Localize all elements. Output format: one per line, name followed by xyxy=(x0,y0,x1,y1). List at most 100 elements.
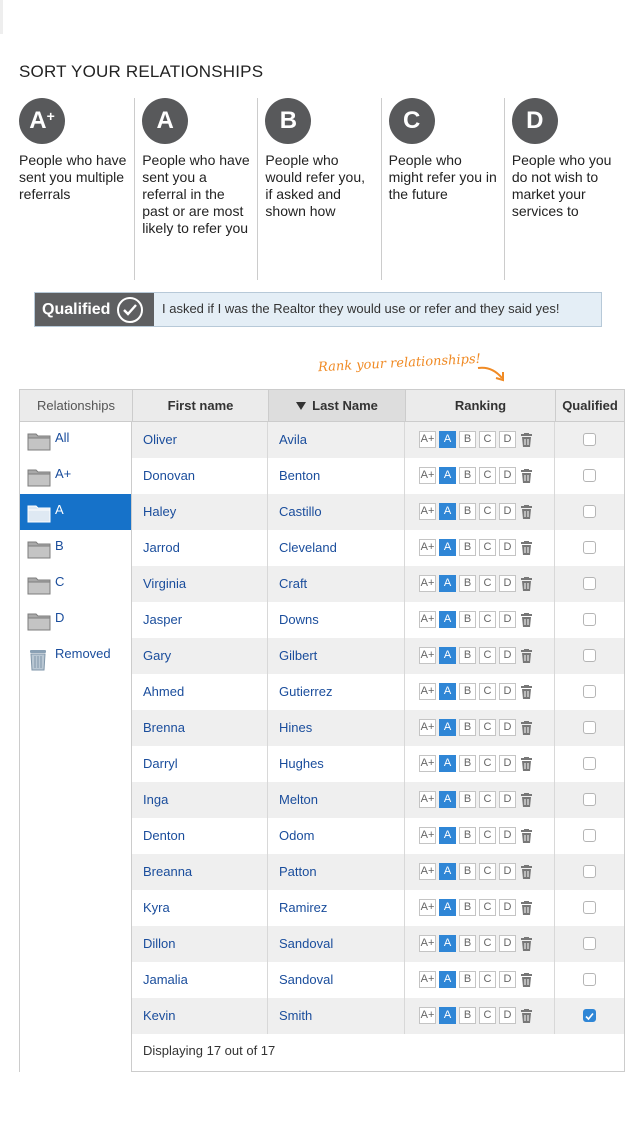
rank-button-c[interactable]: C xyxy=(479,431,496,448)
delete-icon[interactable] xyxy=(519,719,533,736)
qualified-checkbox[interactable] xyxy=(583,433,596,446)
rank-button-a[interactable]: A xyxy=(439,971,456,988)
rank-button-a[interactable]: A xyxy=(439,431,456,448)
first-name-link[interactable]: Denton xyxy=(143,828,185,843)
rank-button-b[interactable]: B xyxy=(459,971,476,988)
rank-button-a-plus[interactable]: A+ xyxy=(419,971,436,988)
last-name-link[interactable]: Hughes xyxy=(279,756,324,771)
rank-button-c[interactable]: C xyxy=(479,827,496,844)
qualified-checkbox[interactable] xyxy=(583,829,596,842)
rank-button-a-plus[interactable]: A+ xyxy=(419,683,436,700)
first-name-link[interactable]: Donovan xyxy=(143,468,195,483)
qualified-checkbox[interactable] xyxy=(583,469,596,482)
first-name-link[interactable]: Gary xyxy=(143,648,171,663)
rank-button-b[interactable]: B xyxy=(459,935,476,952)
rank-button-c[interactable]: C xyxy=(479,503,496,520)
last-name-link[interactable]: Ramirez xyxy=(279,900,327,915)
header-last-name[interactable]: Last Name xyxy=(268,390,405,421)
rank-button-a-plus[interactable]: A+ xyxy=(419,935,436,952)
last-name-link[interactable]: Cleveland xyxy=(279,540,337,555)
rank-button-c[interactable]: C xyxy=(479,935,496,952)
first-name-link[interactable]: Kevin xyxy=(143,1008,176,1023)
rank-button-a[interactable]: A xyxy=(439,899,456,916)
last-name-link[interactable]: Castillo xyxy=(279,504,322,519)
first-name-link[interactable]: Kyra xyxy=(143,900,170,915)
rank-button-a[interactable]: A xyxy=(439,1007,456,1024)
rank-button-d[interactable]: D xyxy=(499,647,516,664)
rank-button-c[interactable]: C xyxy=(479,791,496,808)
sidebar-item-b[interactable]: B xyxy=(20,530,131,566)
qualified-checkbox[interactable] xyxy=(583,757,596,770)
rank-button-d[interactable]: D xyxy=(499,863,516,880)
first-name-link[interactable]: Breanna xyxy=(143,864,192,879)
rank-button-a[interactable]: A xyxy=(439,935,456,952)
rank-button-a[interactable]: A xyxy=(439,791,456,808)
delete-icon[interactable] xyxy=(519,467,533,484)
rank-button-a-plus[interactable]: A+ xyxy=(419,719,436,736)
rank-button-b[interactable]: B xyxy=(459,755,476,772)
qualified-checkbox[interactable] xyxy=(583,613,596,626)
rank-button-b[interactable]: B xyxy=(459,791,476,808)
last-name-link[interactable]: Hines xyxy=(279,720,312,735)
first-name-link[interactable]: Jasper xyxy=(143,612,182,627)
rank-button-a-plus[interactable]: A+ xyxy=(419,791,436,808)
rank-button-b[interactable]: B xyxy=(459,467,476,484)
last-name-link[interactable]: Downs xyxy=(279,612,319,627)
qualified-checkbox[interactable] xyxy=(583,505,596,518)
rank-button-d[interactable]: D xyxy=(499,935,516,952)
delete-icon[interactable] xyxy=(519,791,533,808)
rank-button-d[interactable]: D xyxy=(499,575,516,592)
rank-button-b[interactable]: B xyxy=(459,575,476,592)
rank-button-a-plus[interactable]: A+ xyxy=(419,503,436,520)
qualified-checkbox[interactable] xyxy=(583,649,596,662)
qualified-checkbox[interactable] xyxy=(583,973,596,986)
delete-icon[interactable] xyxy=(519,503,533,520)
qualified-checkbox[interactable] xyxy=(583,937,596,950)
rank-button-d[interactable]: D xyxy=(499,827,516,844)
rank-button-d[interactable]: D xyxy=(499,539,516,556)
sidebar-item-a-plus[interactable]: A+ xyxy=(20,458,131,494)
delete-icon[interactable] xyxy=(519,755,533,772)
rank-button-a-plus[interactable]: A+ xyxy=(419,827,436,844)
rank-button-d[interactable]: D xyxy=(499,899,516,916)
rank-button-b[interactable]: B xyxy=(459,503,476,520)
rank-button-c[interactable]: C xyxy=(479,539,496,556)
rank-button-b[interactable]: B xyxy=(459,683,476,700)
qualified-checkbox[interactable] xyxy=(583,541,596,554)
first-name-link[interactable]: Haley xyxy=(143,504,176,519)
rank-button-b[interactable]: B xyxy=(459,611,476,628)
last-name-link[interactable]: Gilbert xyxy=(279,648,317,663)
header-qualified[interactable]: Qualified xyxy=(555,390,624,421)
last-name-link[interactable]: Sandoval xyxy=(279,972,333,987)
rank-button-c[interactable]: C xyxy=(479,683,496,700)
qualified-checkbox[interactable] xyxy=(583,721,596,734)
rank-button-a[interactable]: A xyxy=(439,755,456,772)
qualified-checkbox[interactable] xyxy=(583,793,596,806)
rank-button-d[interactable]: D xyxy=(499,683,516,700)
header-first-name[interactable]: First name xyxy=(132,390,268,421)
delete-icon[interactable] xyxy=(519,863,533,880)
rank-button-a[interactable]: A xyxy=(439,467,456,484)
qualified-checkbox[interactable] xyxy=(583,1009,596,1022)
first-name-link[interactable]: Inga xyxy=(143,792,168,807)
rank-button-c[interactable]: C xyxy=(479,575,496,592)
sidebar-item-c[interactable]: C xyxy=(20,566,131,602)
qualified-checkbox[interactable] xyxy=(583,901,596,914)
delete-icon[interactable] xyxy=(519,575,533,592)
rank-button-d[interactable]: D xyxy=(499,431,516,448)
rank-button-c[interactable]: C xyxy=(479,1007,496,1024)
rank-button-a-plus[interactable]: A+ xyxy=(419,539,436,556)
delete-icon[interactable] xyxy=(519,899,533,916)
rank-button-a[interactable]: A xyxy=(439,539,456,556)
rank-button-a-plus[interactable]: A+ xyxy=(419,611,436,628)
rank-button-d[interactable]: D xyxy=(499,1007,516,1024)
first-name-link[interactable]: Ahmed xyxy=(143,684,184,699)
first-name-link[interactable]: Virginia xyxy=(143,576,186,591)
delete-icon[interactable] xyxy=(519,827,533,844)
rank-button-a-plus[interactable]: A+ xyxy=(419,863,436,880)
rank-button-d[interactable]: D xyxy=(499,971,516,988)
rank-button-a[interactable]: A xyxy=(439,503,456,520)
rank-button-b[interactable]: B xyxy=(459,647,476,664)
last-name-link[interactable]: Smith xyxy=(279,1008,312,1023)
delete-icon[interactable] xyxy=(519,431,533,448)
